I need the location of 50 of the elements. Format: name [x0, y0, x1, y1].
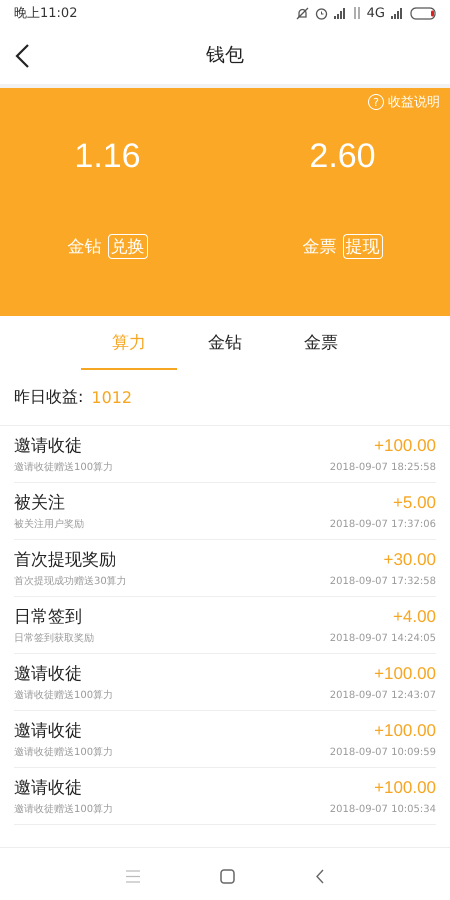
back-icon[interactable]: [14, 43, 32, 69]
record-amount: +100.00: [374, 778, 436, 798]
record-amount: +100.00: [374, 664, 436, 684]
status-time: 晚上11:02: [14, 5, 78, 22]
balance-label: 金钻: [68, 236, 102, 258]
record-time: 2018-09-07 18:25:58: [330, 462, 436, 473]
alarm-icon: [314, 6, 328, 20]
record-time: 2018-09-07 12:43:07: [330, 690, 436, 701]
action-button[interactable]: 提现: [342, 234, 382, 259]
balance-value: 1.16: [74, 137, 141, 176]
mute-icon: [296, 6, 309, 20]
record-time: 2018-09-07 17:32:58: [330, 576, 436, 587]
yesterday-earnings-value: 1012: [91, 388, 132, 407]
balance-label: 金票: [302, 236, 336, 258]
record-title: 邀请收徒: [14, 435, 82, 457]
record-amount: +4.00: [392, 607, 436, 627]
record-amount: +100.00: [374, 436, 436, 456]
network-type: 4G: [366, 6, 385, 20]
record-title: 邀请收徒: [14, 777, 82, 799]
tab[interactable]: 金票: [273, 316, 369, 370]
record-time: 2018-09-07 10:05:34: [330, 804, 436, 815]
tab[interactable]: 算力: [81, 316, 177, 370]
yesterday-earnings-label: 昨日收益:: [14, 387, 84, 408]
record-amount: +100.00: [374, 721, 436, 741]
record-time: 2018-09-07 10:09:59: [330, 747, 436, 758]
record-description: 首次提现成功赠送30算力: [14, 574, 127, 588]
signal-icon: [334, 8, 347, 18]
record-description: 邀请收徒赠送100算力: [14, 746, 114, 759]
record-title: 邀请收徒: [14, 663, 82, 685]
earnings-info-link[interactable]: ? 收益说明: [368, 93, 440, 111]
battery-icon: [410, 6, 438, 20]
record-title: 被关注: [14, 492, 65, 514]
record-time: 2018-09-07 14:24:05: [330, 633, 436, 644]
record-description: 日常签到获取奖励: [14, 632, 94, 645]
page-title: 钱包: [206, 43, 244, 68]
action-button[interactable]: 兑换: [108, 234, 148, 259]
balance-value: 2.60: [309, 137, 376, 176]
signal-icon: [391, 8, 404, 18]
tab[interactable]: 金钻: [177, 316, 273, 370]
record-description: 被关注用户奖励: [14, 518, 84, 531]
record-title: 邀请收徒: [14, 720, 82, 742]
record-time: 2018-09-07 17:37:06: [330, 519, 436, 530]
record-description: 邀请收徒赠送100算力: [14, 802, 114, 816]
record-description: 邀请收徒赠送100算力: [14, 688, 114, 702]
record-amount: +30.00: [384, 550, 436, 570]
record-title: 日常签到: [14, 606, 82, 628]
home-icon[interactable]: [220, 869, 234, 884]
record-description: 邀请收徒赠送100算力: [14, 460, 114, 474]
record-amount: +5.00: [392, 493, 436, 513]
record-title: 首次提现奖励: [14, 549, 116, 571]
